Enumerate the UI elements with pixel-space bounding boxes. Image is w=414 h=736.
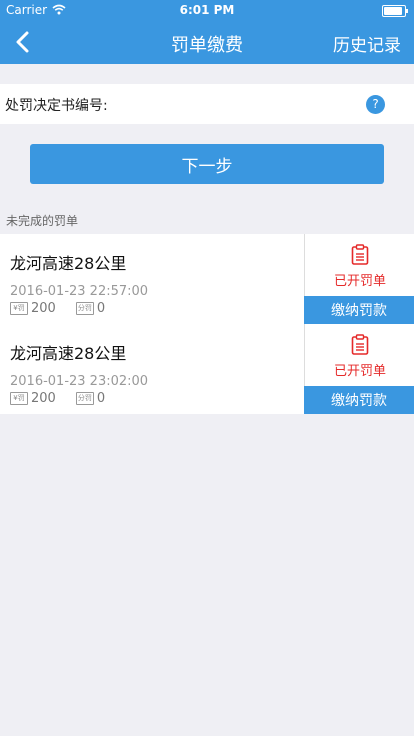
penalty-points-icon: 分罚: [75, 392, 94, 405]
status-bar: Carrier 6:01 PM: [0, 0, 414, 20]
fine-amount-icon: ¥罚: [10, 392, 28, 405]
nav-bar: 罚单缴费 历史记录: [0, 20, 414, 64]
ticket-status: 已开罚单: [333, 364, 386, 379]
ticket-number-field[interactable]: 处罚决定书编号:: [0, 84, 414, 124]
pay-fine-button[interactable]: 缴纳罚款: [304, 296, 414, 324]
next-step-button[interactable]: 下一步: [30, 144, 384, 184]
penalty-points: 0: [96, 391, 106, 406]
fine-amount: 200: [31, 391, 56, 406]
ticket-datetime: 2016-01-23 22:57:00: [10, 284, 149, 299]
section-title: 未完成的罚单: [6, 214, 79, 228]
battery-icon: [382, 5, 408, 17]
clipboard-icon: [351, 334, 369, 355]
ticket-meta: ¥罚 200 分罚 0: [10, 391, 105, 406]
navigation-header: Carrier 6:01 PM 罚单缴费 历史记录: [0, 0, 414, 64]
ticket-datetime: 2016-01-23 23:02:00: [10, 374, 149, 389]
ticket-meta: ¥罚 200 分罚 0: [10, 301, 105, 316]
history-button[interactable]: 历史记录: [333, 31, 401, 56]
penalty-points-icon: 分罚: [75, 302, 94, 315]
fine-amount: 200: [31, 301, 56, 316]
ticket-location: 龙河高速28公里: [10, 344, 127, 363]
ticket-location: 龙河高速28公里: [10, 254, 127, 273]
ticket-status: 已开罚单: [333, 274, 386, 289]
pay-fine-button[interactable]: 缴纳罚款: [304, 386, 414, 414]
fine-amount-icon: ¥罚: [10, 302, 28, 315]
help-icon[interactable]: ?: [366, 95, 385, 114]
ticket-number-label: 处罚决定书编号:: [5, 98, 108, 114]
clock: 6:01 PM: [179, 3, 235, 17]
clipboard-icon: [351, 244, 369, 265]
penalty-points: 0: [96, 301, 106, 316]
